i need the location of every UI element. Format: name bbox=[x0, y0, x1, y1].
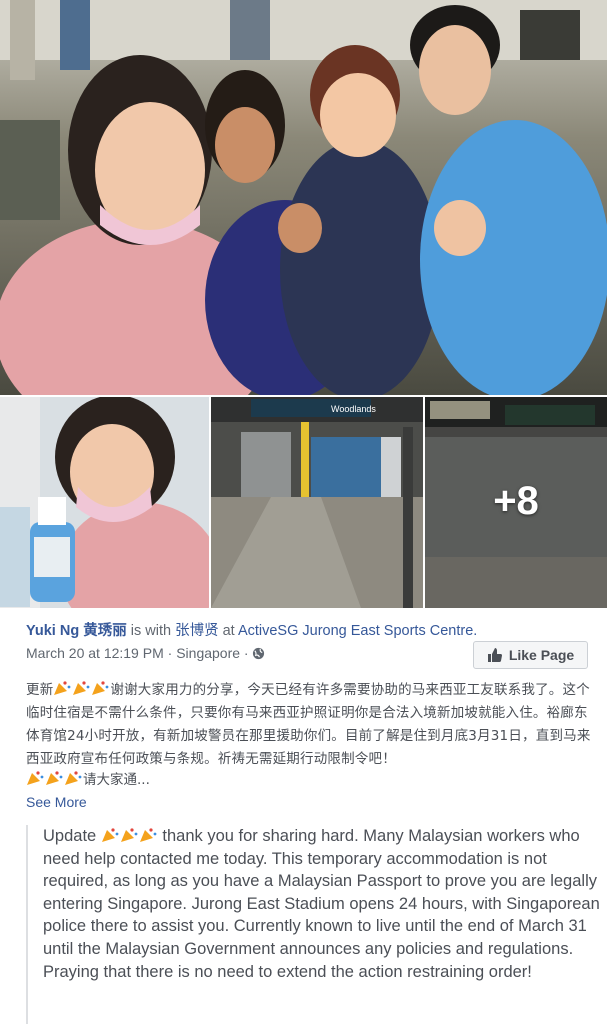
station-image: Woodlands bbox=[211, 397, 423, 608]
translation-prefix: Update bbox=[43, 827, 97, 845]
see-more-link[interactable]: See More bbox=[26, 794, 87, 810]
more-photos-count: +8 bbox=[493, 479, 539, 523]
party-popper-icon bbox=[26, 770, 44, 786]
main-photo[interactable] bbox=[0, 0, 607, 395]
party-popper-icon bbox=[64, 770, 82, 786]
cn-body: 谢谢大家用力的分享，今天已经有许多需要协助的马来西亚工友联系我了。这个临时住宿是… bbox=[26, 682, 591, 767]
group-selfie-image bbox=[0, 0, 607, 395]
party-popper-icon bbox=[101, 827, 119, 843]
meta-separator: · bbox=[167, 645, 173, 661]
post-timestamp[interactable]: March 20 at 12:19 PM bbox=[26, 645, 164, 661]
tagged-person-link[interactable]: 张博贤 bbox=[175, 623, 219, 639]
party-popper-icon bbox=[91, 680, 109, 696]
post-body-chinese: 更新 谢谢大家用力的分享，今天已经有许多需要协助的马来西亚工友联系我了。这个临时住… bbox=[26, 679, 592, 771]
like-page-label: Like Page bbox=[508, 647, 575, 663]
translation-body: thank you for sharing hard. Many Malaysi… bbox=[43, 827, 600, 981]
post-attribution: Yuki Ng 黄琇丽 is with 张博贤 at ActiveSG Juro… bbox=[26, 622, 586, 640]
is-with-text: is with bbox=[130, 623, 172, 639]
author-link[interactable]: Yuki Ng 黄琇丽 bbox=[26, 623, 127, 639]
sanitizer-photo[interactable] bbox=[0, 397, 209, 608]
translation-block: Update thank you for sharing hard. Many … bbox=[26, 825, 601, 1024]
woodlands-sign-text: Woodlands bbox=[331, 404, 376, 414]
party-popper-icon bbox=[53, 680, 71, 696]
globe-icon[interactable] bbox=[252, 646, 265, 660]
at-text: at bbox=[222, 623, 235, 639]
meta-separator-2: · bbox=[243, 645, 249, 661]
station-photo[interactable]: Woodlands bbox=[211, 397, 423, 608]
cn-prefix: 更新 bbox=[26, 682, 54, 698]
post-place[interactable]: Singapore bbox=[176, 645, 240, 661]
party-popper-icon bbox=[72, 680, 90, 696]
party-popper-icon bbox=[139, 827, 157, 843]
cn-more-text: 请大家通... bbox=[83, 772, 150, 788]
like-page-button[interactable]: Like Page bbox=[473, 641, 588, 669]
sanitizer-image bbox=[0, 397, 209, 608]
location-link[interactable]: ActiveSG Jurong East Sports Centre. bbox=[238, 623, 477, 639]
party-popper-icon bbox=[45, 770, 63, 786]
post-body-chinese-cont: 请大家通... bbox=[26, 769, 150, 791]
more-photos-tile[interactable]: +8 bbox=[425, 397, 607, 608]
party-popper-icon bbox=[120, 827, 138, 843]
thumbs-up-icon bbox=[487, 648, 502, 662]
